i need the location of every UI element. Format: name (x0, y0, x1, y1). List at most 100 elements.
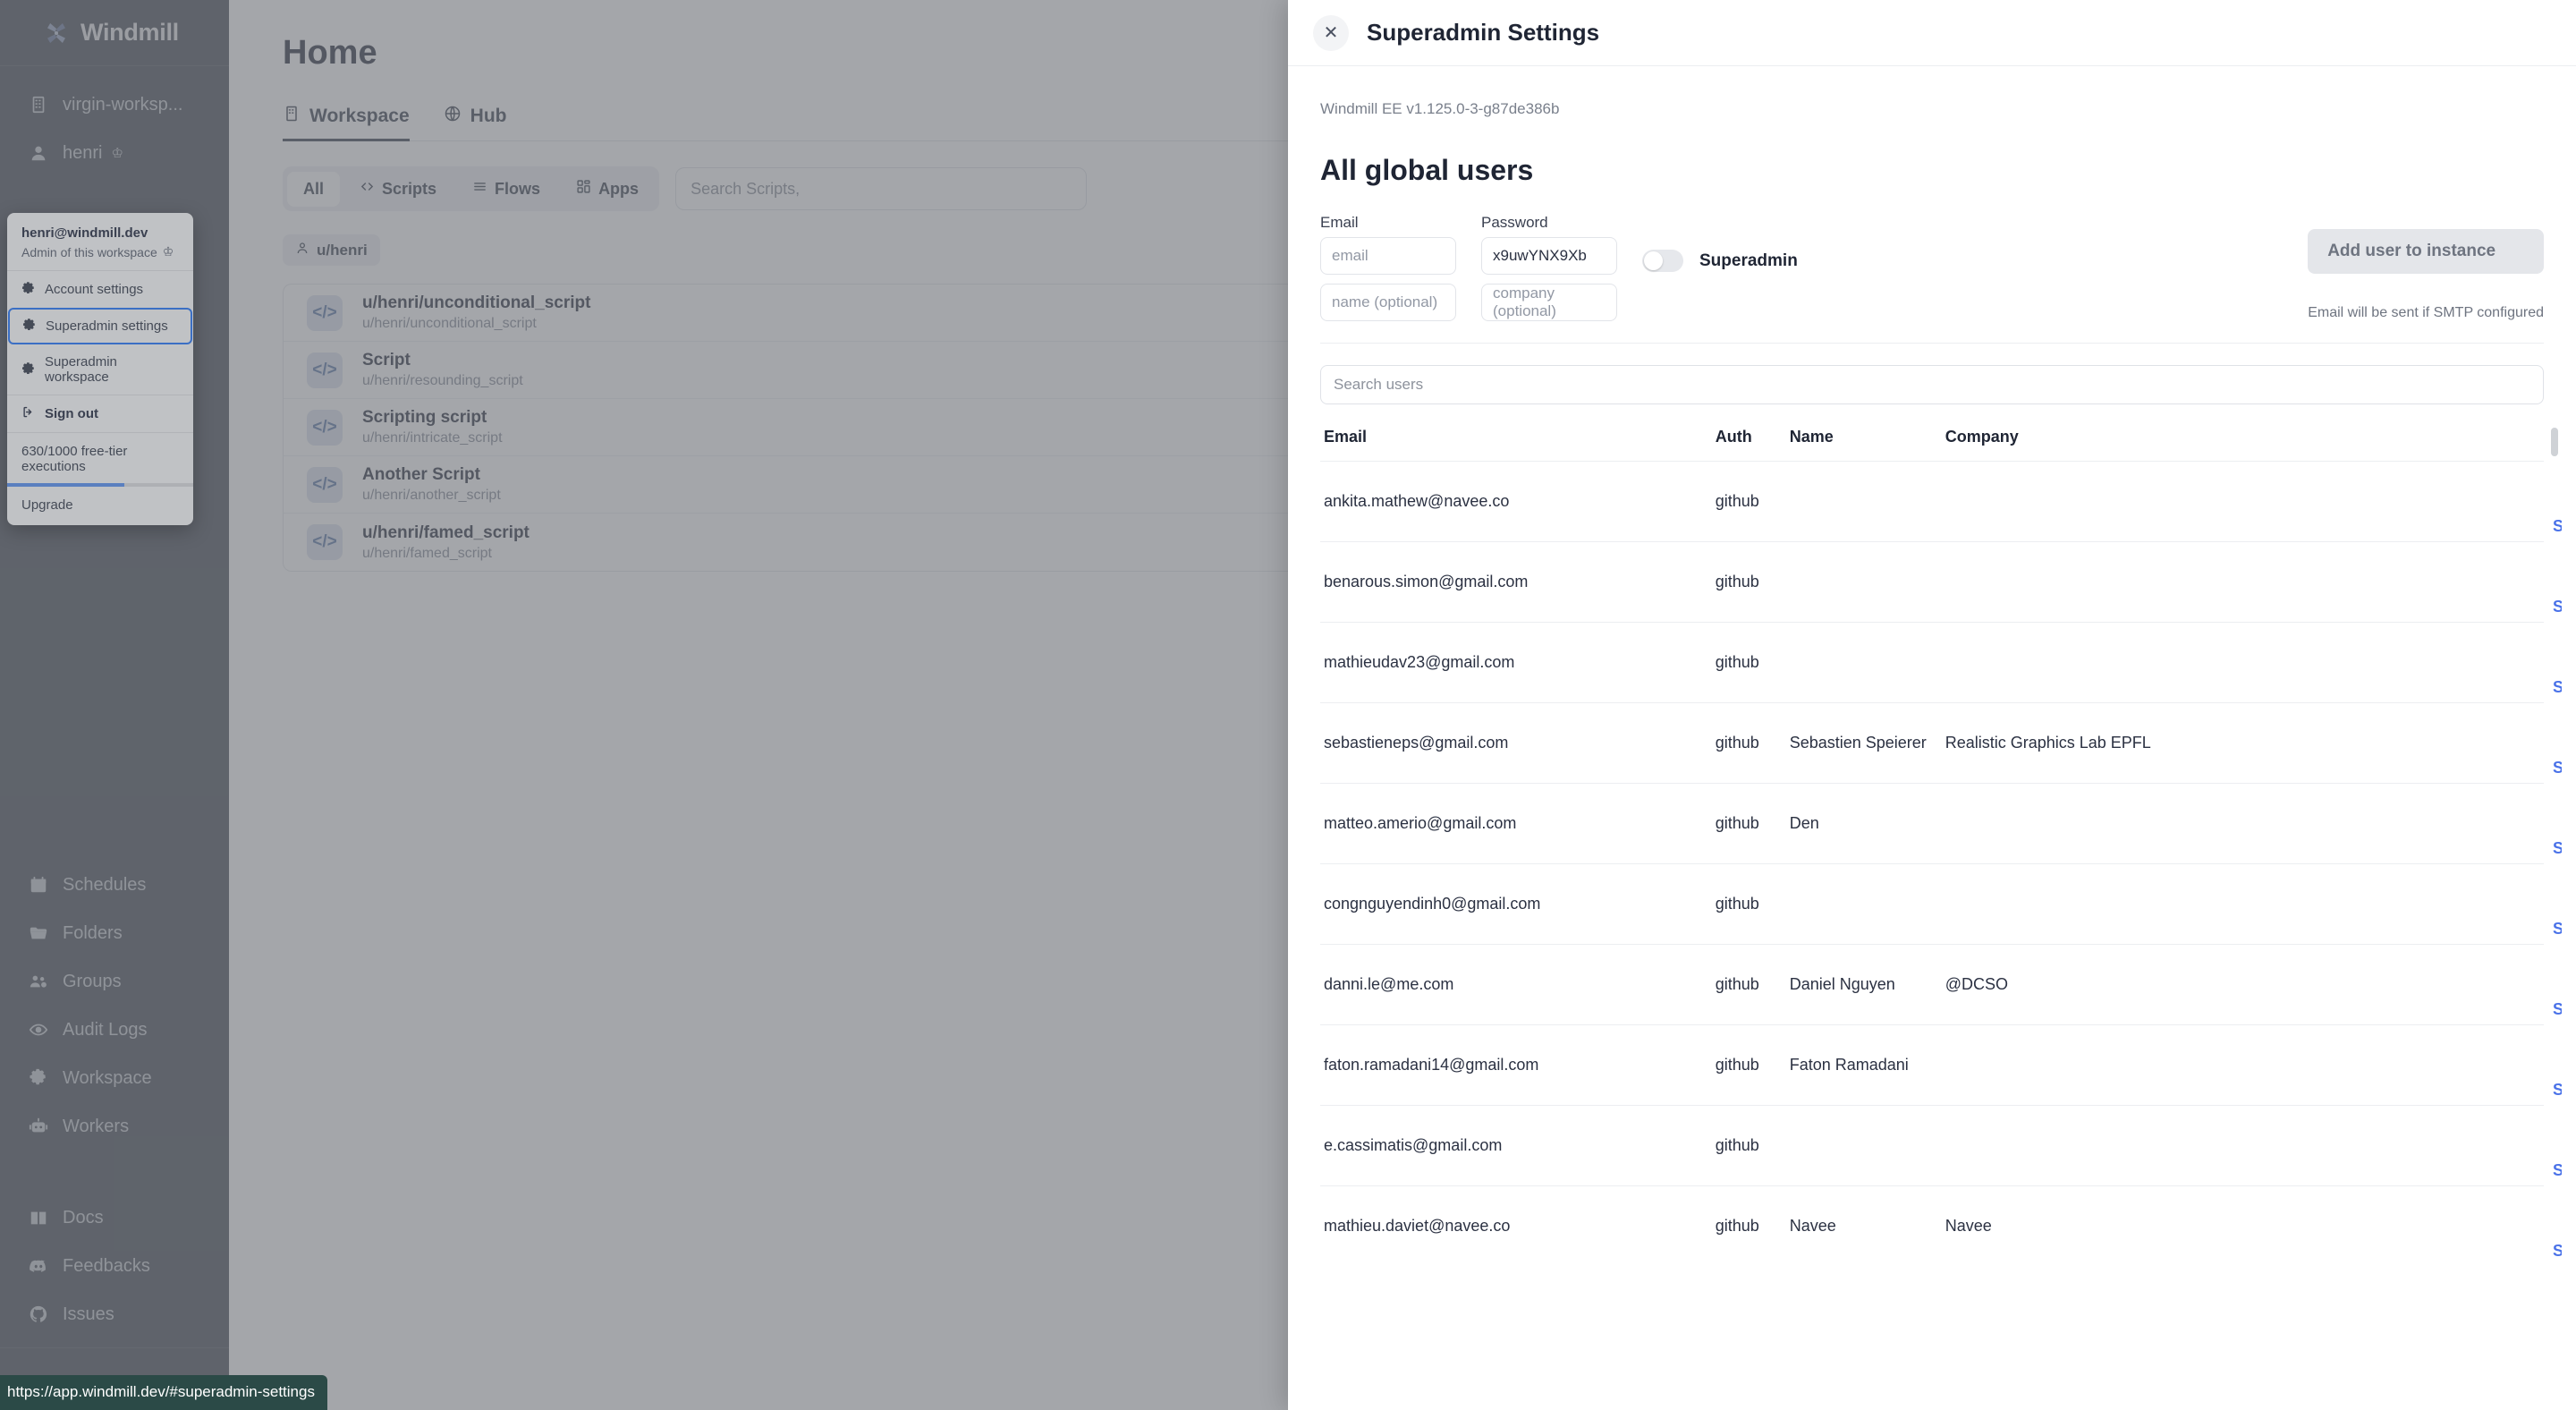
cell-name: Den (1790, 784, 1945, 864)
superadmin-settings-panel: ✕ Superadmin Settings Windmill EE v1.125… (1288, 0, 2576, 1410)
user-menu-email: henri@windmill.dev (21, 225, 179, 241)
menu-item-superadmin-workspace[interactable]: Superadmin workspace (7, 344, 193, 395)
cell-email: faton.ramadani14@gmail.com (1320, 1025, 1716, 1106)
cell-name (1790, 542, 1945, 623)
user-menu-role-label: Admin of this workspace (21, 245, 157, 259)
panel-body: Windmill EE v1.125.0-3-g87de386b All glo… (1288, 66, 2576, 1410)
version-text: Windmill EE v1.125.0-3-g87de386b (1320, 100, 2544, 118)
table-row[interactable]: faton.ramadani14@gmail.com github Faton … (1320, 1025, 2544, 1106)
set-superadmin-link[interactable]: S (2553, 517, 2562, 536)
user-menu-role: Admin of this workspace ♔ (21, 244, 179, 259)
cell-name (1790, 462, 1945, 542)
cell-auth: github (1716, 462, 1790, 542)
search-users-input[interactable]: Search users (1320, 365, 2544, 404)
menu-item-label: Superadmin workspace (45, 354, 179, 385)
search-users-placeholder: Search users (1334, 376, 1423, 394)
column-header-actions (2280, 428, 2544, 462)
table-scrollbar[interactable] (2551, 428, 2558, 456)
smtp-note: Email will be sent if SMTP configured (2308, 293, 2544, 321)
cell-company: @DCSO (1945, 945, 2281, 1025)
set-superadmin-link[interactable]: S (2553, 678, 2562, 697)
set-superadmin-link[interactable]: S (2553, 1081, 2562, 1100)
cell-company (1945, 864, 2281, 945)
gear-icon (21, 361, 35, 378)
cell-email: danni.le@me.com (1320, 945, 1716, 1025)
usage-text: 630/1000 free-tier executions (7, 433, 193, 483)
cell-company (1945, 784, 2281, 864)
cell-actions: S (2280, 945, 2544, 1025)
email-placeholder: email (1332, 247, 1368, 265)
set-superadmin-link[interactable]: S (2553, 759, 2562, 777)
cell-company: Realistic Graphics Lab EPFL (1945, 703, 2281, 784)
menu-item-sign-out[interactable]: Sign out (7, 395, 193, 432)
cell-actions: S (2280, 784, 2544, 864)
cell-auth: github (1716, 1025, 1790, 1106)
close-icon[interactable]: ✕ (1313, 15, 1349, 51)
cell-auth: github (1716, 945, 1790, 1025)
cell-name (1790, 864, 1945, 945)
table-row[interactable]: sebastieneps@gmail.com github Sebastien … (1320, 703, 2544, 784)
cell-auth: github (1716, 784, 1790, 864)
cell-company (1945, 1106, 2281, 1186)
email-field[interactable]: email (1320, 237, 1456, 275)
gear-icon (21, 281, 35, 298)
company-field[interactable]: company (optional) (1481, 284, 1617, 321)
menu-item-label: Superadmin settings (46, 319, 168, 334)
status-bar-url: https://app.windmill.dev/#superadmin-set… (0, 1375, 327, 1410)
add-user-button[interactable]: Add user to instance (2308, 229, 2544, 274)
set-superadmin-link[interactable]: S (2553, 920, 2562, 939)
user-dropdown-menu: henri@windmill.dev Admin of this workspa… (7, 213, 193, 525)
password-label: Password (1481, 214, 1617, 232)
table-header-row: Email Auth Name Company (1320, 428, 2544, 462)
password-field[interactable]: x9uwYNX9Xb (1481, 237, 1617, 275)
superadmin-toggle[interactable] (1642, 250, 1683, 272)
cell-auth: github (1716, 703, 1790, 784)
table-row[interactable]: matteo.amerio@gmail.com github Den S (1320, 784, 2544, 864)
menu-item-label: Account settings (45, 282, 143, 297)
set-superadmin-link[interactable]: S (2553, 598, 2562, 616)
cell-auth: github (1716, 623, 1790, 703)
email-label: Email (1320, 214, 1456, 232)
cell-company (1945, 542, 2281, 623)
set-superadmin-link[interactable]: S (2553, 1161, 2562, 1180)
cell-actions: S (2280, 623, 2544, 703)
panel-title: Superadmin Settings (1367, 19, 1599, 47)
section-title: All global users (1320, 154, 2544, 187)
crown-icon: ♔ (163, 244, 174, 259)
menu-item-account-settings[interactable]: Account settings (7, 271, 193, 308)
menu-item-label: Sign out (45, 406, 98, 421)
panel-header: ✕ Superadmin Settings (1288, 0, 2576, 66)
cell-email: ankita.mathew@navee.co (1320, 462, 1716, 542)
table-row[interactable]: benarous.simon@gmail.com github S (1320, 542, 2544, 623)
user-menu-header: henri@windmill.dev Admin of this workspa… (7, 213, 193, 270)
table-row[interactable]: e.cassimatis@gmail.com github S (1320, 1106, 2544, 1186)
cell-actions: S (2280, 1025, 2544, 1106)
cell-actions: S (2280, 1186, 2544, 1267)
column-header-company: Company (1945, 428, 2281, 462)
users-table: Email Auth Name Company ankita.mathew@na… (1320, 428, 2544, 1266)
table-row[interactable]: congnguyendinh0@gmail.com github S (1320, 864, 2544, 945)
set-superadmin-link[interactable]: S (2553, 839, 2562, 858)
table-row[interactable]: mathieudav23@gmail.com github S (1320, 623, 2544, 703)
sign-out-icon (21, 405, 35, 422)
cell-actions: S (2280, 703, 2544, 784)
cell-actions: S (2280, 1106, 2544, 1186)
set-superadmin-link[interactable]: S (2553, 1242, 2562, 1261)
table-row[interactable]: danni.le@me.com github Daniel Nguyen @DC… (1320, 945, 2544, 1025)
menu-item-upgrade[interactable]: Upgrade (7, 487, 193, 525)
cell-auth: github (1716, 1186, 1790, 1267)
set-superadmin-link[interactable]: S (2553, 1000, 2562, 1019)
password-value: x9uwYNX9Xb (1493, 247, 1587, 265)
cell-email: matteo.amerio@gmail.com (1320, 784, 1716, 864)
menu-item-superadmin-settings[interactable]: Superadmin settings (8, 308, 192, 344)
name-field[interactable]: name (optional) (1320, 284, 1456, 321)
company-placeholder: company (optional) (1493, 285, 1606, 320)
table-row[interactable]: ankita.mathew@navee.co github S (1320, 462, 2544, 542)
cell-company (1945, 462, 2281, 542)
cell-email: sebastieneps@gmail.com (1320, 703, 1716, 784)
cell-name: Navee (1790, 1186, 1945, 1267)
cell-email: benarous.simon@gmail.com (1320, 542, 1716, 623)
cell-email: mathieu.daviet@navee.co (1320, 1186, 1716, 1267)
cell-auth: github (1716, 1106, 1790, 1186)
table-row[interactable]: mathieu.daviet@navee.co github Navee Nav… (1320, 1186, 2544, 1267)
